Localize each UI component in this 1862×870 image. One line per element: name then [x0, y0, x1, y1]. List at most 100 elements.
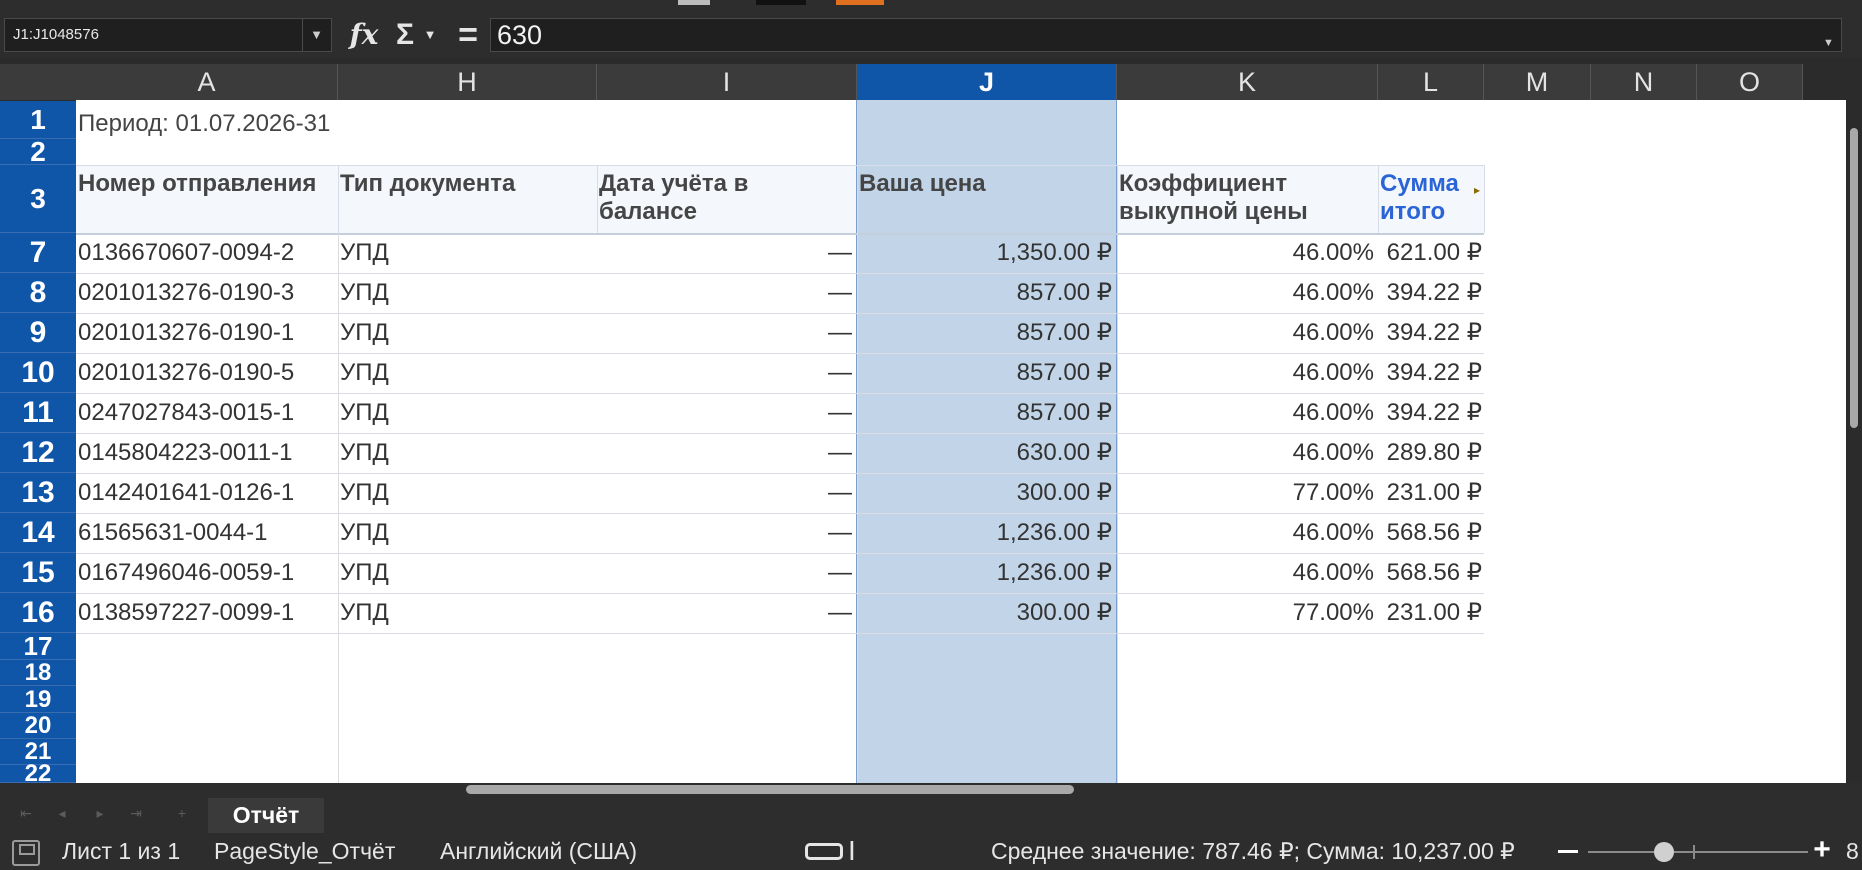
first-sheet-icon[interactable]: ⇤ [14, 805, 38, 825]
row-header[interactable]: 16 [0, 593, 76, 633]
cell-i[interactable]: — [599, 473, 852, 513]
cell-a[interactable]: 0247027843-0015-1 [78, 393, 334, 433]
cell-h[interactable]: УПД [340, 473, 590, 513]
column-title-l[interactable]: Сумма итого [1380, 166, 1478, 232]
chevron-down-icon[interactable]: ▼ [302, 19, 330, 51]
row-header[interactable]: 10 [0, 353, 76, 393]
cell-i[interactable]: — [599, 433, 852, 473]
cell-l[interactable]: 568.56 ₽ [1380, 553, 1482, 593]
name-box[interactable]: J1:J1048576 [4, 18, 332, 52]
zoom-in-icon[interactable]: + [1810, 835, 1834, 865]
cell-j[interactable]: 1,236.00 ₽ [859, 513, 1112, 553]
column-header-k[interactable]: K [1117, 64, 1378, 100]
cell-k[interactable]: 46.00% [1119, 313, 1374, 353]
cell-l[interactable]: 568.56 ₽ [1380, 513, 1482, 553]
vertical-scrollbar[interactable] [1846, 100, 1862, 783]
row-header[interactable]: 22 [0, 762, 76, 786]
column-header-m[interactable]: M [1484, 64, 1591, 100]
row-header[interactable]: 13 [0, 473, 76, 513]
zoom-slider[interactable] [1588, 851, 1808, 853]
cell-a[interactable]: 0145804223-0011-1 [78, 433, 334, 473]
column-title-i[interactable]: Дата учёта в балансе [599, 166, 851, 232]
column-header-a[interactable]: A [76, 64, 338, 100]
cell-a[interactable]: 0167496046-0059-1 [78, 553, 334, 593]
row-header[interactable]: 12 [0, 433, 76, 473]
chevron-down-icon[interactable]: ▼ [1823, 27, 1837, 59]
column-header-i[interactable]: I [597, 64, 857, 100]
column-header-n[interactable]: N [1591, 64, 1697, 100]
cell-k[interactable]: 46.00% [1119, 433, 1374, 473]
row-header[interactable]: 2 [0, 138, 76, 166]
cell-k[interactable]: 46.00% [1119, 513, 1374, 553]
cell-a[interactable]: 0138597227-0099-1 [78, 593, 334, 633]
cell-l[interactable]: 231.00 ₽ [1380, 593, 1482, 633]
cell-l[interactable]: 394.22 ₽ [1380, 353, 1482, 393]
function-wizard-icon[interactable]: fx [344, 18, 384, 52]
cell-h[interactable]: УПД [340, 433, 590, 473]
cell-j[interactable]: 857.00 ₽ [859, 393, 1112, 433]
cell-j[interactable]: 1,350.00 ₽ [859, 233, 1112, 273]
cell-i[interactable]: — [599, 233, 852, 273]
cell-j[interactable]: 300.00 ₽ [859, 473, 1112, 513]
cell-k[interactable]: 46.00% [1119, 273, 1374, 313]
row-header[interactable]: 8 [0, 273, 76, 313]
cell-h[interactable]: УПД [340, 313, 590, 353]
cell-i[interactable]: — [599, 593, 852, 633]
cell-l[interactable]: 621.00 ₽ [1380, 233, 1482, 273]
cell-k[interactable]: 77.00% [1119, 593, 1374, 633]
cell-h[interactable]: УПД [340, 553, 590, 593]
cell-l[interactable]: 394.22 ₽ [1380, 273, 1482, 313]
previous-sheet-icon[interactable]: ◂ [50, 805, 74, 825]
cell-a[interactable]: 0136670607-0094-2 [78, 233, 334, 273]
cell-a[interactable]: 0201013276-0190-3 [78, 273, 334, 313]
column-header-j[interactable]: J [857, 64, 1117, 100]
cell-j[interactable]: 630.00 ₽ [859, 433, 1112, 473]
row-header[interactable]: 17 [0, 633, 76, 660]
selection-mode-icon[interactable] [805, 843, 843, 860]
cell-grid[interactable]: Период: 01.07.2026-31 Номер отправления Ти… [76, 100, 1846, 783]
cell-l[interactable]: 231.00 ₽ [1380, 473, 1482, 513]
cell-k[interactable]: 77.00% [1119, 473, 1374, 513]
cell-i[interactable]: — [599, 313, 852, 353]
selection-summary[interactable]: Среднее значение: 787.46 ₽; Сумма: 10,23… [991, 833, 1515, 869]
cell-j[interactable]: 300.00 ₽ [859, 593, 1112, 633]
row-header[interactable]: 19 [0, 686, 76, 713]
select-all-corner[interactable] [0, 64, 76, 100]
column-header-h[interactable]: H [338, 64, 597, 100]
equals-icon[interactable]: = [450, 18, 486, 52]
cell-h[interactable]: УПД [340, 593, 590, 633]
sigma-icon[interactable]: Σ [390, 18, 420, 52]
column-title-k[interactable]: Коэффициент выкупной цены [1119, 166, 1372, 232]
cell-j[interactable]: 1,236.00 ₽ [859, 553, 1112, 593]
cell-k[interactable]: 46.00% [1119, 353, 1374, 393]
cell-a[interactable]: 61565631-0044-1 [78, 513, 334, 553]
cell-l[interactable]: 394.22 ₽ [1380, 393, 1482, 433]
cell-h[interactable]: УПД [340, 513, 590, 553]
cell-h[interactable]: УПД [340, 273, 590, 313]
add-sheet-icon[interactable]: + [170, 805, 194, 825]
row-header[interactable]: 3 [0, 165, 76, 233]
cell-h[interactable]: УПД [340, 353, 590, 393]
cell-j[interactable]: 857.00 ₽ [859, 313, 1112, 353]
report-period[interactable]: Период: 01.07.2026-31 [78, 104, 336, 144]
zoom-out-icon[interactable] [1558, 850, 1578, 853]
cell-j[interactable]: 857.00 ₽ [859, 353, 1112, 393]
row-header[interactable]: 15 [0, 553, 76, 593]
column-title-a[interactable]: Номер отправления [78, 166, 332, 232]
row-header[interactable]: 18 [0, 660, 76, 686]
tab-sheet[interactable]: Отчёт [208, 798, 324, 833]
cell-a[interactable]: 0201013276-0190-1 [78, 313, 334, 353]
cell-a[interactable]: 0201013276-0190-5 [78, 353, 334, 393]
cell-k[interactable]: 46.00% [1119, 233, 1374, 273]
zoom-slider-handle[interactable] [1654, 842, 1674, 862]
cell-h[interactable]: УПД [340, 393, 590, 433]
column-title-j[interactable]: Ваша цена [859, 166, 1111, 232]
last-sheet-icon[interactable]: ⇥ [124, 805, 148, 825]
page-style[interactable]: PageStyle_Отчёт [214, 833, 395, 869]
formula-input[interactable]: 630 ▼ [490, 18, 1842, 52]
cell-h[interactable]: УПД [340, 233, 590, 273]
sheet-position[interactable]: Лист 1 из 1 [62, 833, 180, 869]
cell-i[interactable]: — [599, 353, 852, 393]
vertical-scrollbar-thumb[interactable] [1850, 128, 1858, 428]
cell-k[interactable]: 46.00% [1119, 393, 1374, 433]
